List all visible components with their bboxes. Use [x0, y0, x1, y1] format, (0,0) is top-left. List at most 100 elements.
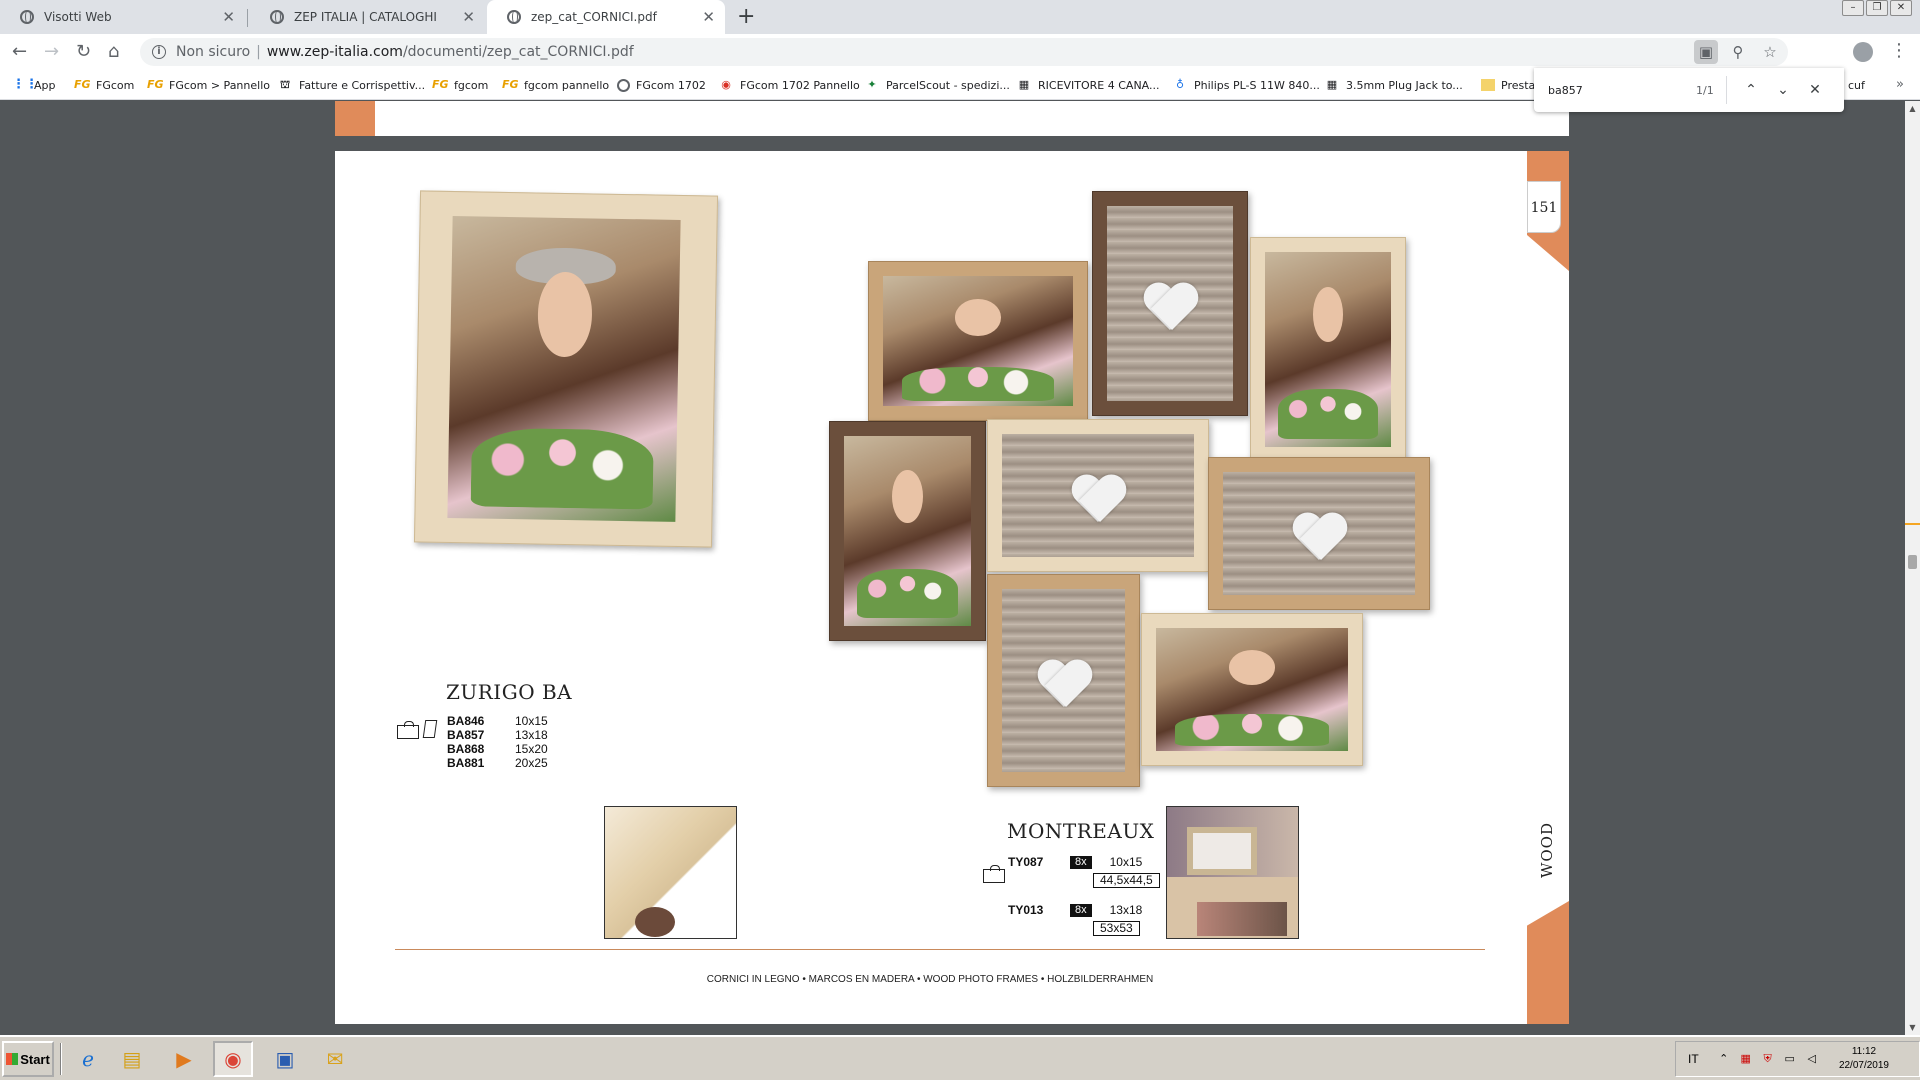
montreaux-row-1: TY087 8x 10x15 [1008, 855, 1142, 869]
bookmark-fgcom-pannello-lower[interactable]: FG fgcom pannello [502, 70, 609, 100]
pdf-viewer[interactable]: 151 WOOD ZURIGO BA BA846 10x15 BA857 13x… [0, 101, 1920, 1035]
find-match-count: 1/1 [1696, 83, 1714, 97]
pdf-reader-icon[interactable]: ▣ [1694, 40, 1718, 64]
previous-page [335, 101, 1569, 136]
bookmark-philips[interactable]: ♁ Philips PL-S 11W 840... [1172, 70, 1320, 100]
tab-separator [247, 9, 248, 27]
viewer-scrollbar[interactable]: ▲ ▼ [1905, 101, 1920, 1035]
montreaux-frame-3 [1250, 237, 1406, 462]
montreaux-frame-6 [1208, 457, 1430, 610]
system-tray: IT ⌃ ▦ ⛨ ▭ ◁ 11:12 22/07/2019 [1675, 1041, 1920, 1077]
display-icon[interactable]: ▭ [1783, 1052, 1797, 1066]
bookmark-fgcom-1702[interactable]: FGcom 1702 [617, 70, 706, 100]
new-tab-button[interactable]: + [737, 4, 755, 30]
bookmark-fgcom-pannello[interactable]: FG FGcom > Pannello [147, 70, 270, 100]
tab-zep-cat-cornici[interactable]: zep_cat_CORNICI.pdf ✕ [487, 0, 725, 34]
scroll-thumb[interactable] [1908, 555, 1917, 569]
star-icon[interactable]: ☆ [1758, 40, 1782, 64]
internet-explorer-icon[interactable]: ℯ [68, 1041, 108, 1077]
bookmark-presta[interactable]: Presta [1481, 70, 1535, 100]
flowers-shape [1277, 388, 1379, 440]
frame-photo [883, 276, 1073, 406]
frame-photo [1107, 206, 1233, 401]
mail-icon[interactable]: ✉ [315, 1041, 355, 1077]
face-shape [1312, 287, 1344, 342]
volume-icon[interactable]: ◁ [1805, 1052, 1819, 1066]
fgcom-icon: FG [74, 78, 91, 91]
chrome-icon[interactable]: ◉ [213, 1041, 253, 1077]
find-previous-icon[interactable]: ⌃ [1735, 82, 1767, 98]
media-player-icon[interactable]: ▶ [164, 1041, 204, 1077]
scroll-up-icon[interactable]: ▲ [1905, 101, 1920, 116]
face-shape [536, 271, 594, 358]
bookmarks-overflow-icon[interactable]: » [1896, 77, 1904, 92]
bookmark-fatture[interactable]: ⛫ Fatture e Corrispettiv... [277, 70, 425, 100]
flowers-shape [470, 427, 655, 510]
bookmark-cuf[interactable]: cuf [1848, 70, 1865, 100]
zoom-icon[interactable]: ⚲ [1726, 40, 1750, 64]
file-explorer-icon[interactable]: ▤ [112, 1041, 152, 1077]
fgcom-icon: FG [147, 78, 164, 91]
bookmark-parcelscout[interactable]: ✦ ParcelScout - spedizi... [864, 70, 1010, 100]
detail-photo-hint [1197, 902, 1287, 936]
language-indicator[interactable]: IT [1688, 1052, 1699, 1066]
bookmark-fgcom[interactable]: FG FGcom [74, 70, 134, 100]
frame-photo [1223, 472, 1415, 595]
restore-icon[interactable]: ❐ [1866, 0, 1888, 16]
product-size: 10x15 [515, 714, 548, 728]
folder-icon [1481, 79, 1495, 91]
heart-shape [1036, 661, 1092, 711]
globe-icon: ◉ [721, 78, 731, 91]
network-warning-icon[interactable]: ▦ [1739, 1052, 1753, 1066]
quantity-badge: 8x [1070, 855, 1092, 869]
scroll-down-icon[interactable]: ▼ [1905, 1020, 1920, 1035]
product-size: 20x25 [515, 756, 548, 770]
fgcom-icon: FG [432, 78, 449, 91]
close-icon[interactable]: ✕ [222, 9, 235, 25]
orientation-icons [397, 719, 447, 741]
product-code: BA881 [447, 756, 485, 770]
page-footer: CORNICI IN LEGNO • MARCOS EN MADERA • WO… [706, 974, 1154, 985]
code-row: BA881 20x25 [447, 756, 548, 770]
tab-zep-cataloghi[interactable]: ZEP ITALIA | CATALOGHI ✕ [250, 0, 485, 34]
bookmark-ricevitore[interactable]: ▦ RICEVITORE 4 CANA... [1016, 70, 1160, 100]
find-close-icon[interactable]: ✕ [1799, 82, 1831, 98]
close-icon[interactable]: ✕ [702, 9, 715, 25]
taskbar-separator [60, 1043, 62, 1075]
find-next-icon[interactable]: ⌄ [1767, 82, 1799, 98]
clock-time: 11:12 [1851, 1046, 1877, 1057]
clock[interactable]: 11:12 22/07/2019 [1839, 1045, 1889, 1073]
page-number: 151 [1527, 181, 1561, 233]
bookmark-app[interactable]: ⋮⋮ App [12, 70, 56, 100]
frame-photo [1156, 628, 1348, 751]
tab-visotti-web[interactable]: Visotti Web ✕ [0, 0, 245, 34]
back-arrow-icon[interactable]: ← [12, 42, 27, 62]
forward-arrow-icon[interactable]: → [44, 42, 59, 62]
minimize-icon[interactable]: – [1842, 0, 1864, 16]
close-window-icon[interactable]: ✕ [1890, 0, 1912, 16]
bookmark-fgcom-1702-pannello[interactable]: ◉ FGcom 1702 Pannello [718, 70, 860, 100]
frame-photo [1265, 252, 1391, 447]
find-match-marker [1905, 523, 1920, 525]
bookmark-plug-jack[interactable]: ▦ 3.5mm Plug Jack to... [1324, 70, 1463, 100]
home-icon[interactable]: ⌂ [108, 42, 119, 62]
profile-avatar-icon[interactable] [1853, 42, 1873, 62]
tray-expand-icon[interactable]: ⌃ [1717, 1052, 1731, 1066]
bookmark-label: ParcelScout - spedizi... [886, 78, 1010, 92]
address-bar[interactable]: i Non sicuro | www.zep-italia.com /docum… [140, 38, 1788, 66]
globe-icon [617, 78, 630, 92]
security-icon[interactable]: ⛨ [1761, 1052, 1775, 1066]
remote-desktop-icon[interactable]: ▣ [265, 1041, 305, 1077]
product-code: TY013 [1008, 903, 1044, 917]
bookmark-fgcom-lower[interactable]: FG fgcom [432, 70, 488, 100]
bookmark-label: RICEVITORE 4 CANA... [1038, 78, 1160, 92]
menu-kebab-icon[interactable]: ⋮ [1890, 40, 1908, 61]
info-icon[interactable]: i [152, 45, 166, 59]
store-icon: ▦ [1018, 78, 1030, 91]
security-label[interactable]: Non sicuro [176, 44, 250, 60]
product-code: BA846 [447, 714, 485, 728]
find-input[interactable] [1548, 83, 1678, 97]
close-icon[interactable]: ✕ [462, 9, 475, 25]
start-button[interactable]: Start [2, 1041, 54, 1077]
reload-icon[interactable]: ↻ [76, 42, 91, 62]
